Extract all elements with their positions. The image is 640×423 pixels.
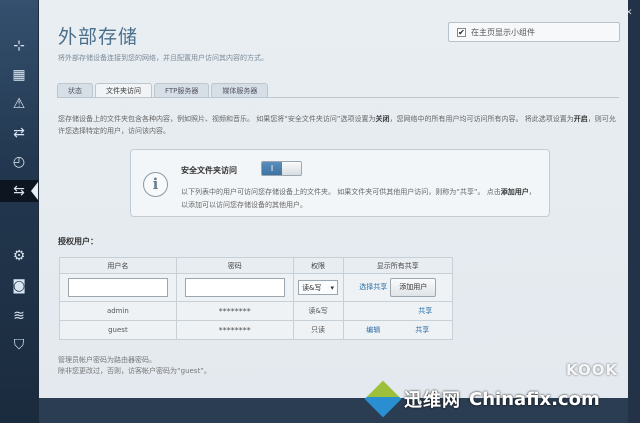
sidebar: ⊹ ▦ ⚠ ⇄ ◴ ⇆ ⚙ ◙ ≋ ⛉ (0, 0, 38, 423)
table-header-row: 用户名 密码 权限 显示所有共享 (59, 257, 454, 274)
password-input[interactable] (184, 278, 285, 297)
permission-select-value: 读&写 (302, 283, 322, 292)
username-input[interactable] (67, 278, 168, 297)
desc-text-1: 您存储设备上的文件夹包含各种内容，例如照片、视频和音乐。 如果您将“安全文件夹访… (58, 115, 376, 123)
desc-bold-on: 开启 (573, 115, 588, 123)
new-user-row: 读&写 ▾ 选择共享 添加用户 (59, 273, 454, 302)
secure-bold-add-user: 添加用户 (500, 188, 529, 196)
network-map-icon[interactable]: ⊹ (9, 36, 29, 56)
show-all-shares-link[interactable]: 显示所有共享 (342, 257, 454, 274)
warning-icon[interactable]: ⚠ (9, 94, 29, 114)
row-permission: 读&写 (292, 301, 344, 321)
active-indicator (31, 182, 38, 200)
share-link[interactable]: 共享 (415, 326, 429, 334)
tab-media-server[interactable]: 媒体服务器 (211, 83, 269, 98)
desc-bold-off: 关闭 (375, 115, 390, 123)
secure-access-toggle[interactable]: I (261, 161, 302, 176)
watermark-cn: 迅维网 (404, 390, 461, 411)
row-actions: 编辑 共享 (342, 320, 454, 340)
password-cell (175, 273, 294, 302)
row-permission: 只读 (292, 320, 344, 340)
footnote-line-2: 除非您更改过，否则，访客帐户密码为“guest”。 (58, 367, 211, 375)
tab-bar: 状态 文件夹访问 FTP服务器 媒体服务器 (57, 83, 270, 98)
row-password: ******** (175, 301, 294, 321)
permission-select[interactable]: 读&写 ▾ (298, 280, 339, 295)
wifi-icon[interactable]: ≋ (9, 306, 29, 326)
main-panel: 外部存储 将外部存储设备连接到您的网络，并且配置用户访问其内容的方式。 ✔ 在主… (39, 0, 628, 398)
toggle-knob (282, 162, 301, 175)
secure-access-title: 安全文件夹访问 (181, 166, 237, 175)
header-permission: 权限 (292, 257, 344, 274)
shield-icon[interactable]: ⛉ (9, 335, 29, 355)
toggle-on-label: I (262, 162, 282, 175)
row-username: guest (59, 320, 177, 340)
folder-access-description: 您存储设备上的文件夹包含各种内容，例如照片、视频和音乐。 如果您将“安全文件夹访… (58, 113, 620, 137)
settings-gear-icon[interactable]: ⚙ (9, 246, 29, 266)
tab-divider (57, 97, 619, 98)
header-password: 密码 (175, 257, 294, 274)
users-table: 用户名 密码 权限 显示所有共享 读&写 ▾ 选择共享 添加用户 admin ***… (59, 257, 454, 340)
watermark-en: Chinafix.com (469, 388, 600, 410)
row-actions: 共享 (342, 301, 454, 321)
page-subtitle: 将外部存储设备连接到您的网络，并且配置用户访问其内容的方式。 (58, 54, 268, 62)
edit-link[interactable]: 编辑 (366, 326, 380, 334)
secure-access-text: 以下列表中的用户可访问您存储设备上的文件夹。 如果文件夹可供其他用户访问，则称为… (181, 186, 541, 212)
speed-gauge-icon[interactable]: ◴ (9, 152, 29, 172)
tab-ftp-server[interactable]: FTP服务器 (154, 83, 210, 98)
calendar-icon[interactable]: ▦ (9, 65, 29, 85)
authorized-users-label: 授权用户： (58, 237, 98, 246)
home-widget-checkbox[interactable]: ✔ (457, 27, 466, 37)
tab-status[interactable]: 状态 (57, 83, 93, 98)
dropdown-arrow-icon: ▾ (330, 283, 335, 292)
device-icon[interactable]: ⇄ (9, 123, 29, 143)
table-row: guest ******** 只读 编辑 共享 (59, 320, 454, 340)
secure-access-box: i 安全文件夹访问 I 以下列表中的用户可访问您存储设备上的文件夹。 如果文件夹… (130, 149, 550, 217)
table-row: admin ******** 读&写 共享 (59, 301, 454, 321)
actions-cell: 选择共享 添加用户 (342, 273, 454, 302)
select-shares-link[interactable]: 选择共享 (359, 283, 387, 291)
footnote: 管理员帐户密码为路由器密码。 除非您更改过，否则，访客帐户密码为“guest”。 (58, 355, 211, 377)
kook-watermark: KOOK (566, 361, 619, 379)
row-password: ******** (175, 320, 294, 340)
tab-folder-access[interactable]: 文件夹访问 (95, 83, 152, 98)
info-icon: i (143, 172, 168, 197)
watermark-logo-icon (364, 380, 402, 418)
window-edge (628, 0, 640, 423)
permission-cell: 读&写 ▾ (292, 273, 344, 302)
camera-icon[interactable]: ◙ (9, 276, 29, 296)
footnote-line-1: 管理员帐户密码为路由器密码。 (58, 356, 156, 364)
row-username: admin (59, 301, 177, 321)
add-user-button[interactable]: 添加用户 (390, 278, 437, 297)
share-link[interactable]: 共享 (418, 307, 432, 315)
secure-text-1: 以下列表中的用户可访问您存储设备上的文件夹。 如果文件夹可供其他用户访问，则称为… (181, 188, 501, 196)
home-widget-label: 在主页显示小组件 (471, 27, 535, 37)
header-username: 用户名 (59, 257, 177, 274)
watermark-banner: 迅维网 Chinafix.com (362, 378, 628, 420)
username-cell (59, 273, 177, 302)
page-title: 外部存储 (58, 26, 139, 48)
desc-text-2: ，您网络中的所有用户均可访问所有内容。 将此选项设置为 (389, 115, 574, 123)
home-widget-option[interactable]: ✔ 在主页显示小组件 (448, 22, 620, 42)
